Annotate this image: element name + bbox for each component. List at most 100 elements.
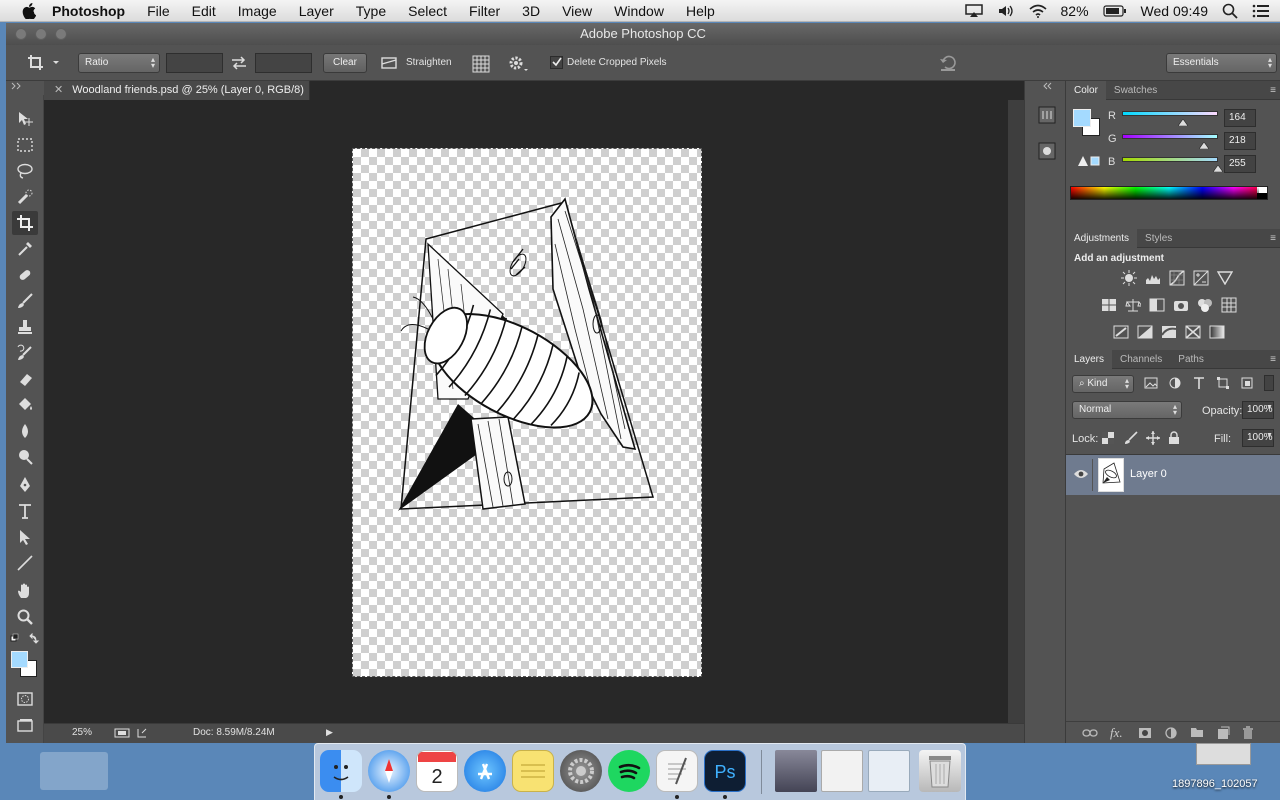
threshold-icon[interactable] — [1160, 323, 1178, 341]
tab-channels[interactable]: Channels — [1112, 350, 1170, 369]
lock-transparent-pixels-icon[interactable] — [1102, 432, 1114, 447]
delete-layer-trash-icon[interactable] — [1242, 726, 1254, 743]
dock-expand-icon[interactable] — [1041, 81, 1053, 93]
lock-image-pixels-icon[interactable] — [1124, 431, 1138, 448]
desktop-file-thumbnail[interactable] — [1196, 743, 1251, 765]
clear-button[interactable]: Clear — [323, 53, 367, 73]
calendar-icon[interactable]: 2 — [416, 750, 458, 792]
crop-settings-gear-icon[interactable] — [507, 54, 529, 74]
ratio-width-input[interactable] — [166, 53, 223, 73]
panel-menu-icon[interactable]: ≡ — [1270, 85, 1276, 96]
marquee-tool-icon[interactable] — [12, 133, 38, 157]
selective-color-icon[interactable] — [1184, 323, 1202, 341]
trash-icon[interactable] — [919, 750, 961, 792]
zoom-level[interactable]: 25% — [72, 727, 92, 738]
properties-panel-icon[interactable] — [1037, 141, 1057, 164]
layer-row[interactable]: Layer 0 — [1066, 455, 1280, 495]
exposure-icon[interactable] — [1192, 269, 1210, 287]
toolbar-collapse-icon[interactable] — [8, 81, 46, 93]
default-swap-colors-icon[interactable] — [10, 632, 40, 645]
tab-swatches[interactable]: Swatches — [1106, 81, 1165, 100]
menu-image[interactable]: Image — [238, 3, 277, 19]
quick-mask-icon[interactable] — [12, 687, 38, 711]
menu-file[interactable]: File — [147, 3, 170, 19]
channel-b-value[interactable]: 255 — [1224, 155, 1256, 173]
documents-stack-icon[interactable] — [821, 750, 863, 792]
tab-color[interactable]: Color — [1066, 80, 1106, 100]
screenshots-stack-icon[interactable] — [868, 750, 910, 792]
color-panel-foreground-swatch[interactable] — [1073, 109, 1091, 127]
spotify-icon[interactable] — [608, 750, 650, 792]
menu-window[interactable]: Window — [614, 3, 664, 19]
new-layer-icon[interactable] — [1216, 726, 1230, 743]
fill-dropdown-icon[interactable]: ▼ — [1266, 432, 1273, 439]
close-window-button[interactable] — [15, 28, 27, 40]
reset-crop-icon[interactable] — [938, 54, 958, 74]
layer-kind-filter[interactable]: ⌕ Kind ▴ ▾ — [1072, 375, 1134, 393]
delete-cropped-checkbox[interactable] — [550, 56, 563, 69]
straighten-icon[interactable] — [380, 55, 398, 75]
filter-toggle-switch[interactable] — [1264, 375, 1274, 391]
menu-type[interactable]: Type — [356, 3, 386, 19]
channel-b-slider[interactable] — [1122, 157, 1218, 162]
black-white-icon[interactable] — [1148, 296, 1166, 314]
menu-edit[interactable]: Edit — [192, 3, 216, 19]
curves-icon[interactable] — [1168, 269, 1186, 287]
finder-icon[interactable] — [320, 750, 362, 792]
layer-visibility-eye-icon[interactable] — [1073, 468, 1089, 483]
channel-r-value[interactable]: 164 — [1224, 109, 1256, 127]
filter-shape-layers-icon[interactable] — [1216, 376, 1230, 393]
image-canvas[interactable] — [352, 148, 702, 677]
channel-b-slider-thumb[interactable] — [1212, 163, 1224, 175]
app-store-icon[interactable] — [464, 750, 506, 792]
tab-paths[interactable]: Paths — [1170, 350, 1212, 369]
notes-icon[interactable] — [512, 750, 554, 792]
blend-mode-select[interactable]: Normal ▴ ▾ — [1072, 401, 1182, 419]
gradient-map-icon[interactable] — [1208, 323, 1226, 341]
hue-saturation-icon[interactable] — [1100, 296, 1118, 314]
crop-tool-icon[interactable] — [12, 211, 38, 235]
channel-r-slider[interactable] — [1122, 111, 1218, 116]
clock[interactable]: Wed 09:49 — [1141, 3, 1208, 19]
path-selection-tool-icon[interactable] — [12, 525, 38, 549]
menu-select[interactable]: Select — [408, 3, 447, 19]
status-menu-arrow-icon[interactable]: ▶ — [326, 727, 333, 738]
healing-brush-tool-icon[interactable] — [12, 263, 38, 287]
volume-icon[interactable] — [997, 4, 1015, 18]
layer-style-fx-icon[interactable]: fx. — [1110, 725, 1123, 741]
menu-app-name[interactable]: Photoshop — [52, 3, 125, 19]
eraser-tool-icon[interactable] — [12, 367, 38, 391]
system-preferences-icon[interactable] — [560, 750, 602, 792]
vertical-scrollbar[interactable] — [1008, 100, 1024, 723]
tab-adjustments[interactable]: Adjustments — [1066, 228, 1138, 248]
menu-view[interactable]: View — [562, 3, 592, 19]
overlay-grid-icon[interactable] — [472, 55, 490, 75]
menu-filter[interactable]: Filter — [469, 3, 500, 19]
minimize-window-button[interactable] — [35, 28, 47, 40]
notification-center-icon[interactable] — [1252, 4, 1270, 18]
desktop-file-icon[interactable] — [40, 752, 108, 790]
zoom-tool-icon[interactable] — [12, 605, 38, 629]
close-document-icon[interactable]: ✕ — [54, 84, 63, 96]
color-swatches[interactable] — [11, 651, 41, 681]
downloads-stack-icon[interactable] — [775, 750, 817, 792]
wifi-icon[interactable] — [1028, 4, 1047, 18]
safari-icon[interactable] — [368, 750, 410, 792]
photo-filter-icon[interactable] — [1172, 296, 1190, 314]
desktop-file-label[interactable]: 1897896_102057 — [1172, 778, 1258, 790]
posterize-icon[interactable] — [1136, 323, 1154, 341]
straighten-label[interactable]: Straighten — [406, 53, 452, 73]
foreground-color-swatch[interactable] — [11, 651, 28, 668]
tab-layers[interactable]: Layers — [1066, 349, 1113, 369]
vibrance-icon[interactable] — [1216, 269, 1234, 287]
brush-tool-icon[interactable] — [12, 289, 38, 313]
menu-help[interactable]: Help — [686, 3, 715, 19]
apple-menu-icon[interactable] — [20, 2, 38, 20]
layer-name[interactable]: Layer 0 — [1130, 468, 1167, 480]
screen-mode-icon[interactable] — [12, 713, 38, 737]
ratio-height-input[interactable] — [255, 53, 312, 73]
spotlight-search-icon[interactable] — [1222, 3, 1238, 19]
filter-pixel-layers-icon[interactable] — [1144, 376, 1158, 393]
new-adjustment-layer-icon[interactable] — [1164, 726, 1178, 743]
link-layers-icon[interactable] — [1082, 727, 1098, 742]
